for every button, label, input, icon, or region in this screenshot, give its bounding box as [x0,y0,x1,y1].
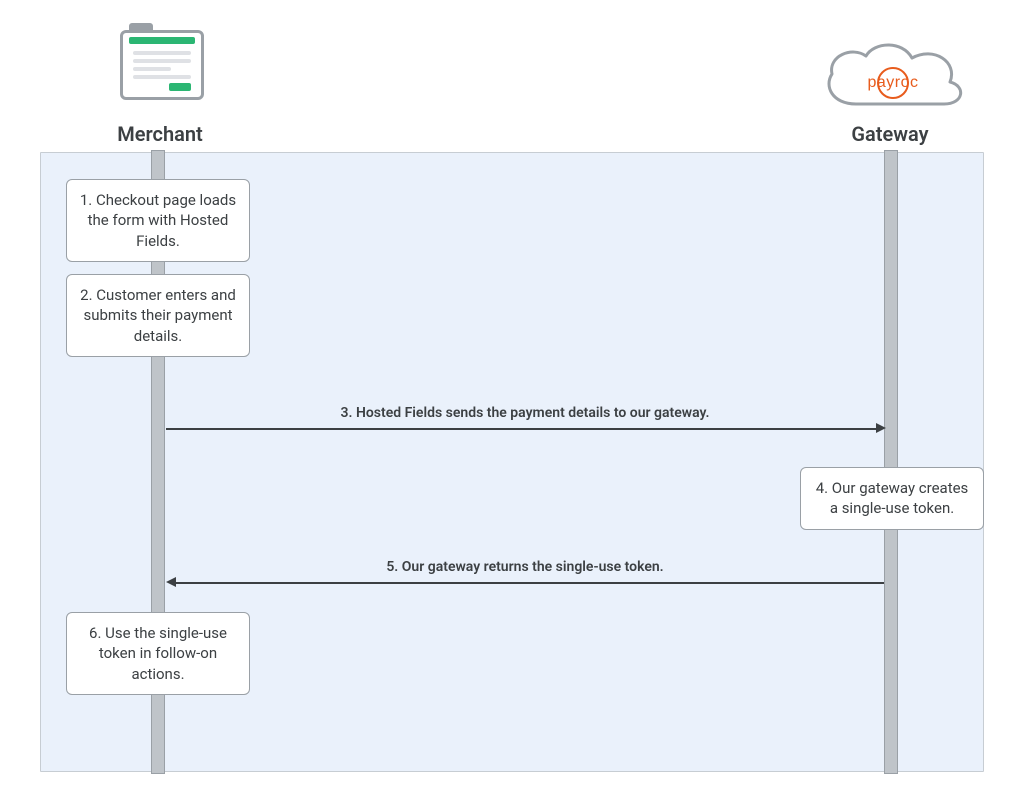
sequence-diagram: Merchant payroc Gateway 1. Checkout page… [20,20,1004,782]
arrow-5-head-icon [166,577,176,587]
gateway-brand-label: payroc [818,74,968,92]
step-4-box: 4. Our gateway creates a single-use toke… [800,467,984,530]
gateway-cloud-icon: payroc [818,38,968,116]
step-2-box: 2. Customer enters and submits their pay… [66,274,250,357]
step-1-box: 1. Checkout page loads the form with Hos… [66,179,250,262]
step-3-label: 3. Hosted Fields sends the payment detai… [170,405,880,421]
arrow-5-line [176,582,884,584]
arrow-3-line [166,428,876,430]
step-6-box: 6. Use the single-use token in follow-on… [66,612,250,695]
step-5-label: 5. Our gateway returns the single-use to… [170,559,880,575]
participant-gateway-label: Gateway [810,122,970,146]
participant-merchant-label: Merchant [80,122,240,146]
arrow-3-head-icon [876,423,886,433]
merchant-browser-icon [120,30,204,100]
lifeline-gateway [884,150,898,774]
